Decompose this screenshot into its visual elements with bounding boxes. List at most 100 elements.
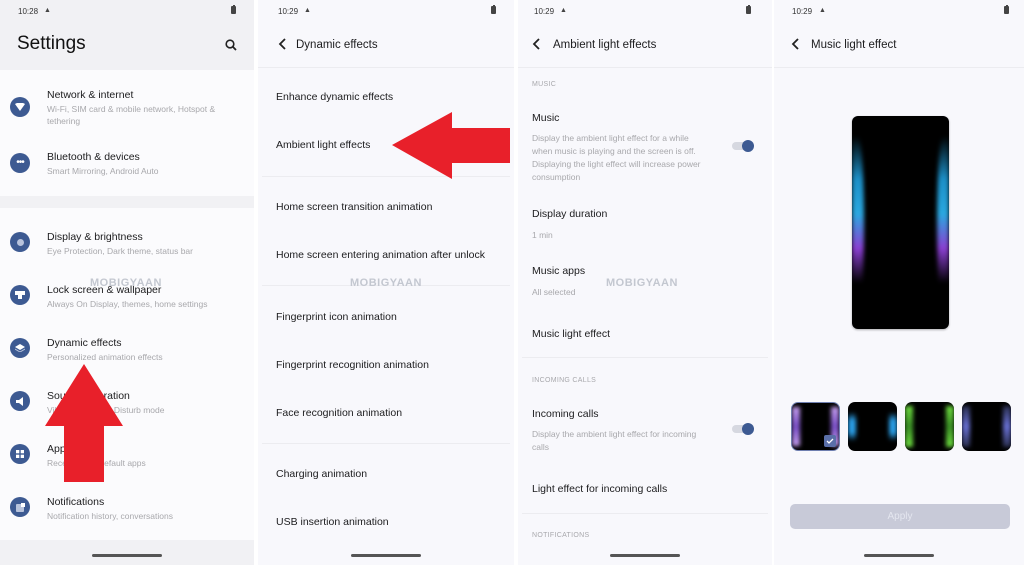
- music-light-effect-screen: 10:29 ▲ Music light effect Apply: [774, 0, 1024, 565]
- music-toggle[interactable]: [732, 140, 756, 152]
- settings-item-sub: Notification history, conversations: [47, 511, 173, 521]
- effect-option-indigo-bokeh[interactable]: [962, 402, 1011, 451]
- battery-icon: [1004, 5, 1009, 14]
- music-light-effect-item[interactable]: Music light effect: [532, 328, 610, 340]
- battery-icon: [231, 5, 236, 14]
- divider: [522, 513, 768, 514]
- settings-item-dynamic-effects[interactable]: Dynamic effects Personalized animation e…: [0, 332, 254, 384]
- list-item-usb-insertion[interactable]: USB insertion animation: [276, 516, 504, 528]
- alert-icon: ▲: [819, 7, 826, 14]
- light-effect-preview: [852, 116, 949, 329]
- home-indicator: [864, 554, 934, 557]
- settings-item-sub: Recent apps, default apps: [47, 458, 146, 468]
- dynamic-effects-screen: 10:29 ▲ Dynamic effects Enhance dynamic …: [258, 0, 514, 565]
- settings-item-sub: Smart Mirroring, Android Auto: [47, 166, 159, 176]
- more-dots-icon: •••: [10, 153, 30, 173]
- settings-item-label: Display & brightness: [47, 231, 143, 243]
- list-item-home-screen-transition[interactable]: Home screen transition animation: [276, 201, 504, 213]
- status-time: 10:29: [792, 7, 813, 16]
- settings-item-sub: Vibration, Do Not Disturb mode: [47, 405, 165, 415]
- ambient-light-effects-screen: 10:29 ▲ Ambient light effects MUSIC Musi…: [518, 0, 772, 565]
- settings-item-network[interactable]: Network & internet Wi-Fi, SIM card & mob…: [0, 82, 254, 134]
- list-item-ambient-light-effects[interactable]: Ambient light effects: [276, 139, 504, 151]
- alert-icon: ▲: [304, 7, 311, 14]
- settings-item-sub: Personalized animation effects: [47, 352, 163, 362]
- watermark: MOBIGYAAN: [350, 277, 422, 289]
- wifi-icon: [10, 97, 30, 117]
- display-icon: [10, 232, 30, 252]
- list-item-face-recognition[interactable]: Face recognition animation: [276, 407, 504, 419]
- settings-item-sub: Wi-Fi, SIM card & mobile network, Hotspo…: [47, 104, 216, 126]
- status-bar: 10:29 ▲: [518, 0, 772, 22]
- page-title: Ambient light effects: [553, 39, 657, 51]
- page-title: Settings: [17, 33, 86, 54]
- apps-grid-icon: [10, 444, 30, 464]
- app-bar: Music light effect: [774, 22, 1024, 68]
- app-bar: Dynamic effects: [258, 22, 514, 68]
- music-toggle-description: Display the ambient light effect for a w…: [532, 133, 701, 182]
- settings-item-bluetooth[interactable]: ••• Bluetooth & devices Smart Mirroring,…: [0, 145, 254, 197]
- alert-icon: ▲: [560, 7, 567, 14]
- list-item-home-screen-entering[interactable]: Home screen entering animation after unl…: [276, 249, 504, 261]
- incoming-calls-description: Display the ambient light effect for inc…: [532, 429, 697, 452]
- section-header-music: MUSIC: [532, 81, 557, 88]
- settings-item-notifications[interactable]: Notifications Notification history, conv…: [0, 491, 254, 543]
- status-bar: 10:29 ▲: [258, 0, 514, 22]
- search-icon[interactable]: [225, 39, 237, 51]
- lock-screen-icon: [10, 285, 30, 305]
- settings-item-sound[interactable]: Sound & vibration Vibration, Do Not Dist…: [0, 385, 254, 437]
- status-time: 10:28: [18, 7, 39, 16]
- status-bar: 10:29 ▲: [774, 0, 1024, 22]
- apply-button[interactable]: Apply: [790, 504, 1010, 529]
- effect-option-purple-wave[interactable]: [791, 402, 840, 451]
- home-indicator: [92, 554, 162, 557]
- page-title: Music light effect: [811, 39, 897, 51]
- battery-icon: [746, 5, 751, 14]
- display-duration-value: 1 min: [532, 230, 553, 240]
- alert-icon: ▲: [44, 7, 51, 14]
- settings-item-label: Dynamic effects: [47, 337, 122, 349]
- settings-item-display[interactable]: Display & brightness Eye Protection, Dar…: [0, 226, 254, 278]
- checkmark-icon: [824, 435, 836, 447]
- display-duration-title[interactable]: Display duration: [532, 208, 607, 220]
- app-bar: Ambient light effects: [518, 22, 772, 68]
- effect-option-blue-bokeh[interactable]: [848, 402, 897, 451]
- list-item-charging-animation[interactable]: Charging animation: [276, 468, 504, 480]
- battery-icon: [491, 5, 496, 14]
- settings-item-label: Network & internet: [47, 89, 134, 101]
- list-item-fingerprint-icon[interactable]: Fingerprint icon animation: [276, 311, 504, 323]
- settings-item-sub: Always On Display, themes, home settings: [47, 299, 208, 309]
- effect-options: [791, 402, 1012, 451]
- settings-group-connectivity: Network & internet Wi-Fi, SIM card & mob…: [0, 70, 254, 196]
- home-indicator: [351, 554, 421, 557]
- light-effect-incoming-calls-item[interactable]: Light effect for incoming calls: [532, 483, 667, 495]
- music-apps-title[interactable]: Music apps: [532, 265, 585, 277]
- home-indicator: [610, 554, 680, 557]
- page-title: Dynamic effects: [296, 39, 378, 51]
- incoming-calls-title: Incoming calls: [532, 408, 599, 420]
- status-time: 10:29: [278, 7, 299, 16]
- settings-item-apps[interactable]: Apps Recent apps, default apps: [0, 438, 254, 490]
- back-arrow-icon[interactable]: [530, 36, 544, 52]
- watermark: MOBIGYAAN: [90, 277, 162, 289]
- status-bar: 10:28 ▲: [0, 0, 254, 22]
- back-arrow-icon[interactable]: [276, 36, 290, 52]
- settings-screen: 10:28 ▲ Settings Network & internet Wi-F…: [0, 0, 254, 565]
- music-toggle-title: Music: [532, 112, 560, 124]
- status-time: 10:29: [534, 7, 555, 16]
- settings-item-sub: Eye Protection, Dark theme, status bar: [47, 246, 193, 256]
- notification-icon: [10, 497, 30, 517]
- divider: [262, 443, 510, 444]
- settings-item-label: Notifications: [47, 496, 105, 508]
- section-header-notifications: NOTIFICATIONS: [532, 532, 590, 539]
- back-arrow-icon[interactable]: [789, 36, 803, 52]
- speaker-icon: [10, 391, 30, 411]
- effect-option-green-bokeh[interactable]: [905, 402, 954, 451]
- layers-icon: [10, 338, 30, 358]
- section-header-incoming-calls: INCOMING CALLS: [532, 377, 597, 384]
- incoming-calls-toggle[interactable]: [732, 423, 756, 435]
- divider: [522, 357, 768, 358]
- settings-item-label: Bluetooth & devices: [47, 151, 140, 163]
- list-item-enhance-dynamic-effects[interactable]: Enhance dynamic effects: [276, 91, 504, 103]
- list-item-fingerprint-recognition[interactable]: Fingerprint recognition animation: [276, 359, 504, 371]
